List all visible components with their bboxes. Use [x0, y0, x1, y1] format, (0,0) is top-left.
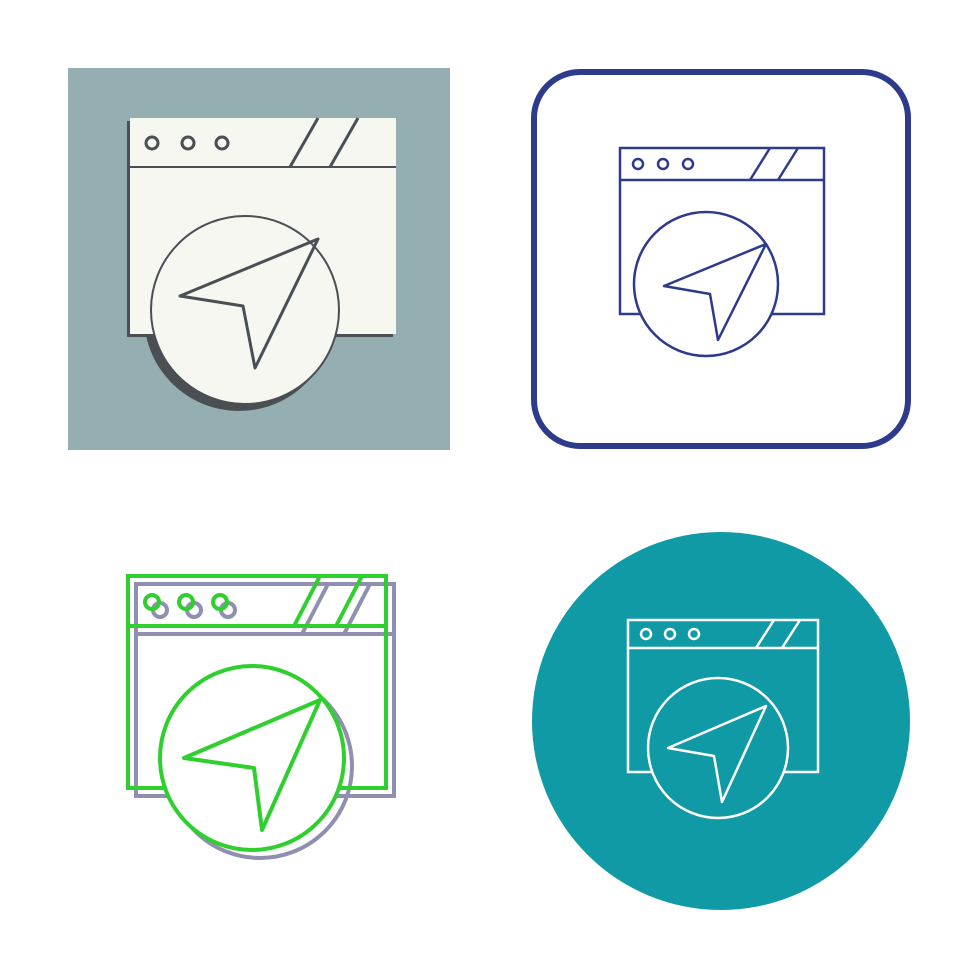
- browser-navigation-icon-rounded-square-variant: [530, 68, 912, 450]
- browser-navigation-icon-two-tone-variant: [68, 530, 450, 912]
- browser-navigation-icon-glyph-variant: [68, 68, 450, 450]
- browser-navigation-icon-circle-variant: [530, 530, 912, 912]
- icon-sheet: [0, 0, 980, 980]
- navigation-circle: [632, 210, 780, 358]
